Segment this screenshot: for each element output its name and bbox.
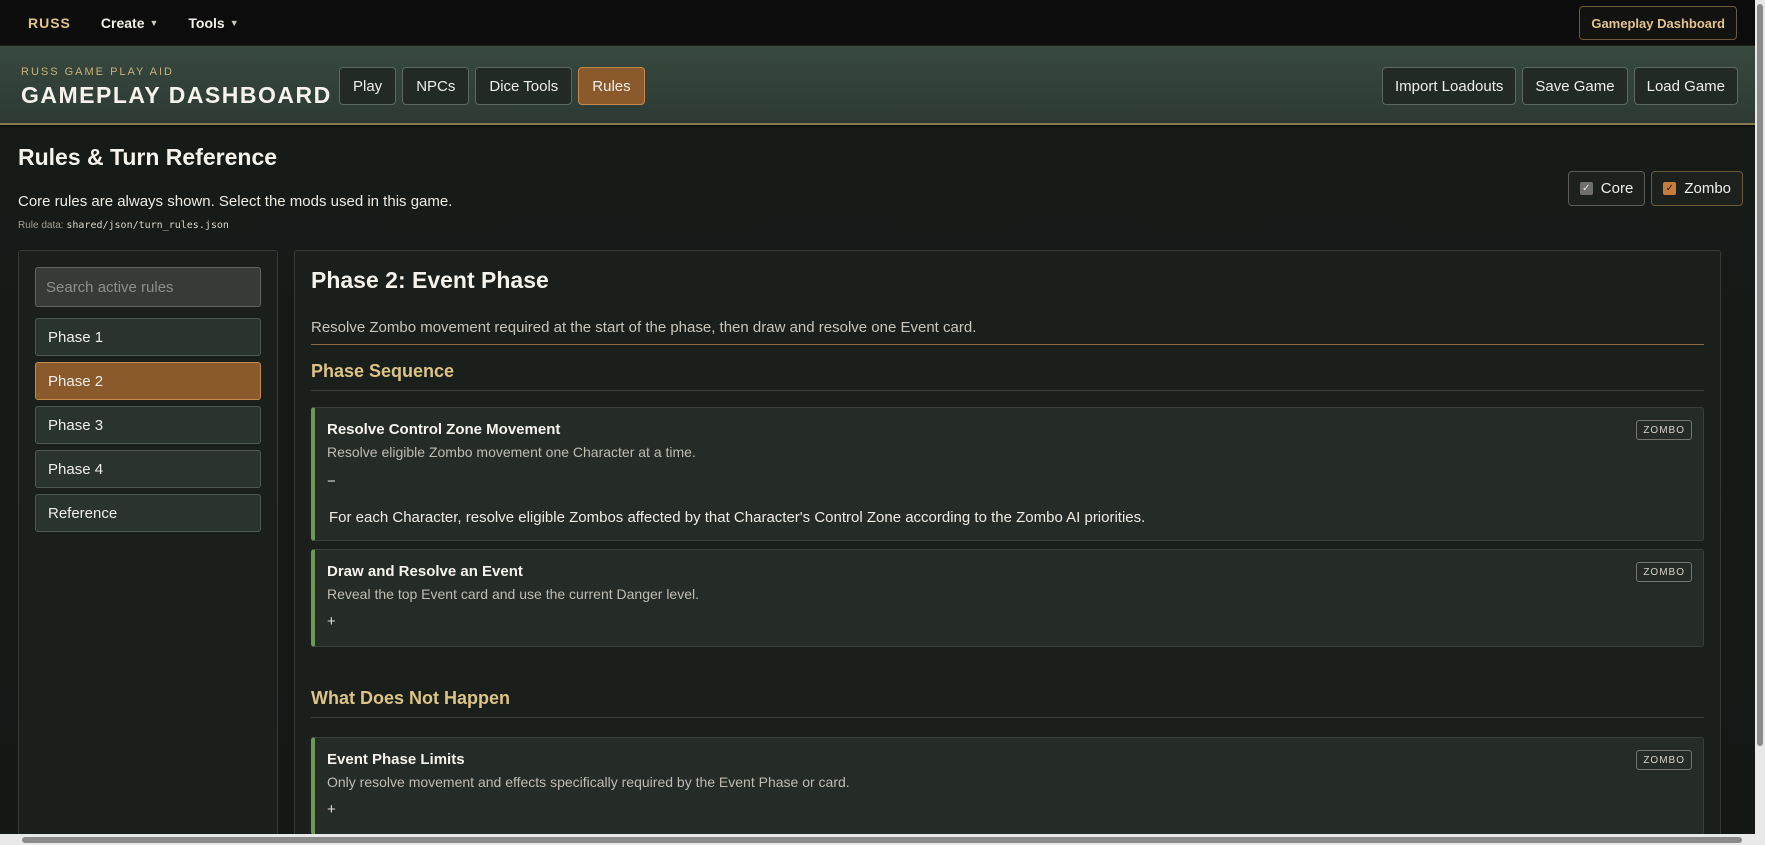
rule-card-control-zone: Resolve Control Zone Movement Resolve el… — [311, 407, 1704, 541]
rule-card-title: Event Phase Limits — [327, 751, 465, 768]
brand-logo[interactable]: RUSS — [28, 15, 71, 31]
sidebar-item-reference[interactable]: Reference — [35, 494, 261, 532]
horizontal-scrollbar[interactable] — [0, 834, 1765, 845]
page-title: GAMEPLAY DASHBOARD — [21, 82, 332, 108]
vertical-scroll-thumb[interactable] — [1757, 4, 1763, 746]
tab-dice-tools[interactable]: Dice Tools — [475, 67, 573, 105]
checkbox-checked-icon[interactable]: ✓ — [1663, 182, 1677, 195]
search-input[interactable] — [35, 267, 261, 307]
rule-card-event-phase-limits: Event Phase Limits Only resolve movement… — [311, 737, 1704, 835]
nav-menu-create-label: Create — [100, 14, 145, 31]
rule-card-title: Draw and Resolve an Event — [327, 563, 523, 580]
rules-title: Rules & Turn Reference — [18, 144, 278, 170]
mod-zombo-label: Zombo — [1684, 180, 1731, 197]
vertical-scrollbar[interactable] — [1755, 0, 1765, 834]
mod-selector: ✓ Core ✓ Zombo — [1567, 171, 1743, 206]
mod-core-label: Core — [1600, 180, 1634, 197]
sidebar-item-phase-3[interactable]: Phase 3 — [35, 406, 261, 444]
divider — [311, 344, 1704, 345]
sidebar-item-phase-4[interactable]: Phase 4 — [35, 450, 261, 488]
header-eyebrow: RUSS GAME PLAY AID — [21, 66, 174, 78]
phase-description: Resolve Zombo movement required at the s… — [311, 319, 977, 336]
zombo-badge: ZOMBO — [1636, 750, 1692, 770]
rule-card-subtitle: Resolve eligible Zombo movement one Char… — [327, 444, 696, 460]
top-navbar: RUSS Create ▼ Tools ▼ Gameplay Dashboard — [0, 0, 1765, 46]
mod-zombo-toggle[interactable]: ✓ Zombo — [1651, 171, 1743, 206]
tab-play[interactable]: Play — [339, 67, 397, 105]
gameplay-dashboard-button[interactable]: Gameplay Dashboard — [1579, 6, 1737, 40]
section-heading-phase-sequence: Phase Sequence — [311, 361, 1704, 391]
phase-list: Phase 1 Phase 2 Phase 3 Phase 4 Referenc… — [35, 318, 261, 538]
sidebar-item-phase-1[interactable]: Phase 1 — [35, 318, 261, 356]
rules-data-source: Rule data: shared/json/turn_rules.json — [18, 220, 229, 231]
collapse-toggle[interactable]: − — [327, 473, 336, 490]
phase-title: Phase 2: Event Phase — [311, 267, 549, 293]
rule-card-title: Resolve Control Zone Movement — [327, 421, 561, 438]
header-actions: Import Loadouts Save Game Load Game — [1381, 67, 1738, 105]
mod-core-toggle[interactable]: ✓ Core — [1567, 171, 1646, 206]
expand-toggle[interactable]: + — [327, 801, 336, 818]
section-heading-what-does-not-happen: What Does Not Happen — [311, 688, 1704, 718]
load-game-button[interactable]: Load Game — [1633, 67, 1738, 105]
phase-content: Phase 2: Event Phase Resolve Zombo movem… — [294, 250, 1721, 840]
expand-toggle[interactable]: + — [327, 613, 336, 630]
rules-subtitle: Core rules are always shown. Select the … — [18, 193, 453, 210]
nav-menu-tools-label: Tools — [188, 14, 225, 31]
rules-data-path: shared/json/turn_rules.json — [66, 220, 229, 231]
checkbox-checked-icon[interactable]: ✓ — [1579, 182, 1593, 195]
chevron-down-icon: ▼ — [149, 17, 159, 28]
dashboard-header: RUSS GAME PLAY AID GAMEPLAY DASHBOARD Pl… — [0, 46, 1765, 125]
rules-panel: Rules & Turn Reference Core rules are al… — [0, 127, 1755, 840]
nav-menu-tools[interactable]: Tools ▼ — [188, 15, 238, 31]
rules-data-label: Rule data: — [18, 220, 64, 231]
horizontal-scroll-thumb[interactable] — [22, 837, 1742, 843]
import-loadouts-button[interactable]: Import Loadouts — [1381, 67, 1517, 105]
nav-menu-create[interactable]: Create ▼ — [101, 15, 159, 31]
rule-card-body: For each Character, resolve eligible Zom… — [329, 509, 1146, 526]
rule-card-subtitle: Reveal the top Event card and use the cu… — [327, 586, 699, 602]
chevron-down-icon: ▼ — [229, 17, 239, 28]
tab-rules[interactable]: Rules — [578, 67, 645, 105]
rule-card-draw-event: Draw and Resolve an Event Reveal the top… — [311, 549, 1704, 647]
rule-card-subtitle: Only resolve movement and effects specif… — [327, 774, 850, 790]
sidebar-item-phase-2[interactable]: Phase 2 — [35, 362, 261, 400]
zombo-badge: ZOMBO — [1636, 420, 1692, 440]
save-game-button[interactable]: Save Game — [1522, 67, 1628, 105]
tab-bar: Play NPCs Dice Tools Rules — [339, 67, 645, 105]
zombo-badge: ZOMBO — [1636, 562, 1692, 582]
rules-sidebar: Phase 1 Phase 2 Phase 3 Phase 4 Referenc… — [18, 250, 278, 840]
tab-npcs[interactable]: NPCs — [402, 67, 470, 105]
